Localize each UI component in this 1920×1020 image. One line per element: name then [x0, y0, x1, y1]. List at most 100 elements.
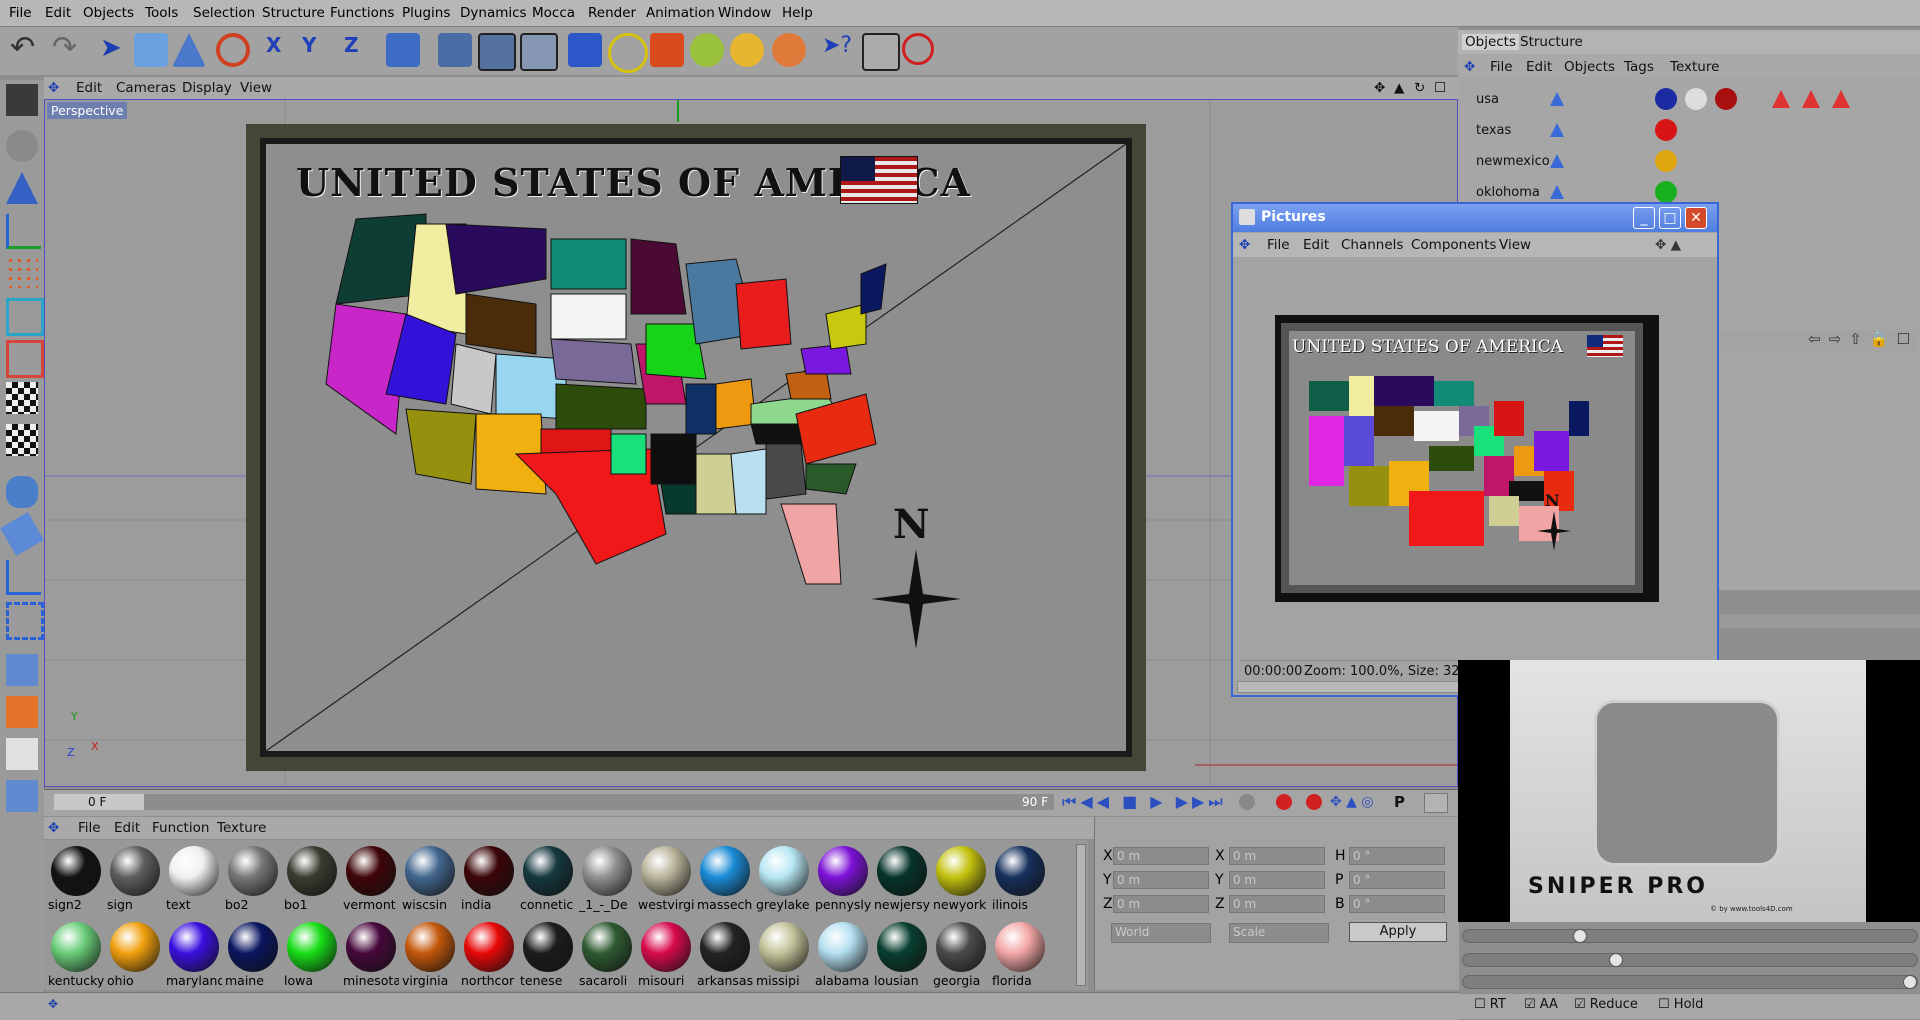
- viewport-menu-cameras[interactable]: Cameras: [116, 80, 176, 96]
- position-y-field[interactable]: 0 m: [1113, 871, 1209, 889]
- material-swatch[interactable]: maine: [225, 920, 281, 988]
- material-swatch[interactable]: connetic: [520, 844, 576, 912]
- menu-render[interactable]: Render: [588, 5, 636, 21]
- viewport-menu-view[interactable]: View: [240, 80, 272, 96]
- object-row-oklohoma[interactable]: oklohoma: [1476, 185, 1556, 200]
- viewport-menu-edit[interactable]: Edit: [76, 80, 102, 96]
- inverse-kinematics-icon[interactable]: [0, 512, 44, 556]
- tab-structure[interactable]: Structure: [1520, 34, 1583, 50]
- help-pointer-icon[interactable]: ➤?: [822, 33, 856, 67]
- option-aa[interactable]: ☑ AA: [1524, 997, 1558, 1012]
- material-swatch[interactable]: sign: [107, 844, 163, 912]
- option-reduce[interactable]: ☑ Reduce: [1574, 997, 1638, 1012]
- material-scrollbar[interactable]: [1076, 844, 1086, 986]
- nurbs-icon[interactable]: [650, 33, 684, 67]
- record-icon[interactable]: [1276, 794, 1292, 810]
- menu-window[interactable]: Window: [718, 5, 771, 21]
- render-settings-icon[interactable]: [520, 33, 558, 71]
- object-menu-edit[interactable]: Edit: [1526, 59, 1552, 75]
- material-swatch[interactable]: arkansas: [697, 920, 753, 988]
- material-swatch[interactable]: sign2: [48, 844, 104, 912]
- scene-light-icon[interactable]: [772, 33, 806, 67]
- material-swatch[interactable]: kentucky: [48, 920, 104, 988]
- param-key-icon[interactable]: P: [1394, 793, 1405, 811]
- scale-dropdown[interactable]: Scale: [1229, 923, 1329, 943]
- object-menu-objects[interactable]: Objects: [1564, 59, 1615, 75]
- viewport-rotate-icon[interactable]: ↻: [1414, 80, 1425, 96]
- option-hold[interactable]: ☐ Hold: [1658, 997, 1703, 1012]
- model-check-icon[interactable]: [6, 696, 38, 728]
- layout-icon[interactable]: [6, 84, 38, 116]
- x-axis-lock-icon[interactable]: X: [266, 33, 300, 67]
- material-swatch[interactable]: northcor: [461, 920, 517, 988]
- rotation-h-field[interactable]: 0 °: [1349, 847, 1445, 865]
- deformer-icon[interactable]: [730, 33, 764, 67]
- material-swatch[interactable]: newjersy: [874, 844, 930, 912]
- position-z-field[interactable]: 0 m: [1113, 895, 1209, 913]
- snap-icon[interactable]: [6, 560, 41, 595]
- world-dropdown[interactable]: World: [1111, 923, 1211, 943]
- material-swatch[interactable]: sacaroli: [579, 920, 635, 988]
- cube-object-icon[interactable]: [568, 33, 602, 67]
- viewport-menu-display[interactable]: Display: [182, 80, 232, 96]
- material-swatch[interactable]: bo1: [284, 844, 340, 912]
- material-swatch[interactable]: massech: [697, 844, 753, 912]
- object-axis-icon[interactable]: [6, 214, 41, 249]
- pictures-nav-icons[interactable]: ✥ ▲: [1655, 237, 1681, 253]
- menu-mocca[interactable]: Mocca: [532, 5, 575, 21]
- menu-file[interactable]: File: [9, 5, 32, 21]
- preview-slider-1[interactable]: [1462, 929, 1918, 943]
- object-row-newmexico[interactable]: newmexico: [1476, 154, 1556, 169]
- warning-tag-icon[interactable]: [1832, 90, 1850, 108]
- z-axis-lock-icon[interactable]: Z: [344, 33, 378, 67]
- material-swatch[interactable]: florida: [992, 920, 1048, 988]
- render-picture-icon[interactable]: [478, 33, 516, 71]
- material-pin-icon[interactable]: ✥: [48, 820, 59, 836]
- material-swatch[interactable]: ilinois: [992, 844, 1048, 912]
- preview-slider-2[interactable]: [1462, 953, 1918, 967]
- edges-tool-icon[interactable]: [6, 298, 44, 336]
- tweak-mode-icon[interactable]: [6, 780, 38, 812]
- menu-functions[interactable]: Functions: [330, 5, 394, 21]
- playback-controls[interactable]: ⏮◀◀ ■ ▶ ▶▶⏭: [1062, 792, 1227, 812]
- menu-plugins[interactable]: Plugins: [402, 5, 450, 21]
- points-tool-icon[interactable]: [6, 256, 38, 288]
- pictures-menu-view[interactable]: View: [1499, 237, 1531, 253]
- render-view-icon[interactable]: [438, 33, 472, 67]
- pictures-pin-icon[interactable]: ✥: [1239, 237, 1250, 253]
- menu-animation[interactable]: Animation: [646, 5, 715, 21]
- y-axis-lock-icon[interactable]: Y: [302, 33, 336, 67]
- menu-selection[interactable]: Selection: [193, 5, 255, 21]
- pictures-menu-file[interactable]: File: [1267, 237, 1290, 253]
- warning-tag-icon[interactable]: [1772, 90, 1790, 108]
- polygons-tool-icon[interactable]: [6, 340, 44, 378]
- enable-axis-icon[interactable]: [6, 654, 38, 686]
- material-swatch[interactable]: missipi: [756, 920, 812, 988]
- preview-slider-3[interactable]: [1462, 975, 1918, 989]
- option-rt[interactable]: ☐ RT: [1474, 997, 1506, 1012]
- material-swatch[interactable]: lowa: [284, 920, 340, 988]
- menu-edit[interactable]: Edit: [45, 5, 71, 21]
- object-menu-texture[interactable]: Texture: [1670, 59, 1719, 75]
- material-swatch[interactable]: westvirgi: [638, 844, 694, 912]
- sound-icon[interactable]: [1239, 794, 1255, 810]
- material-swatch[interactable]: pennysly: [815, 844, 871, 912]
- warning-tag-icon[interactable]: [1802, 90, 1820, 108]
- viewport-pin-icon[interactable]: ✥: [48, 80, 59, 96]
- size-y-field[interactable]: 0 m: [1229, 871, 1325, 889]
- rotation-p-field[interactable]: 0 °: [1349, 871, 1445, 889]
- material-tag-icon[interactable]: [1655, 88, 1677, 110]
- model-mode-icon[interactable]: [6, 172, 38, 204]
- menu-tools[interactable]: Tools: [145, 5, 178, 21]
- material-tag-icon[interactable]: [1685, 88, 1707, 110]
- object-menu-tags[interactable]: Tags: [1624, 59, 1654, 75]
- object-row-usa[interactable]: usa: [1476, 92, 1556, 107]
- viewport-maximize-icon[interactable]: ☐: [1434, 80, 1446, 96]
- material-swatch[interactable]: ohio: [107, 920, 163, 988]
- menu-dynamics[interactable]: Dynamics: [460, 5, 527, 21]
- redo-icon[interactable]: ↷: [52, 33, 86, 67]
- material-swatch[interactable]: wiscsin: [402, 844, 458, 912]
- maximize-icon[interactable]: □: [1659, 207, 1681, 229]
- apply-button[interactable]: Apply: [1349, 922, 1447, 942]
- minimize-icon[interactable]: _: [1633, 207, 1655, 229]
